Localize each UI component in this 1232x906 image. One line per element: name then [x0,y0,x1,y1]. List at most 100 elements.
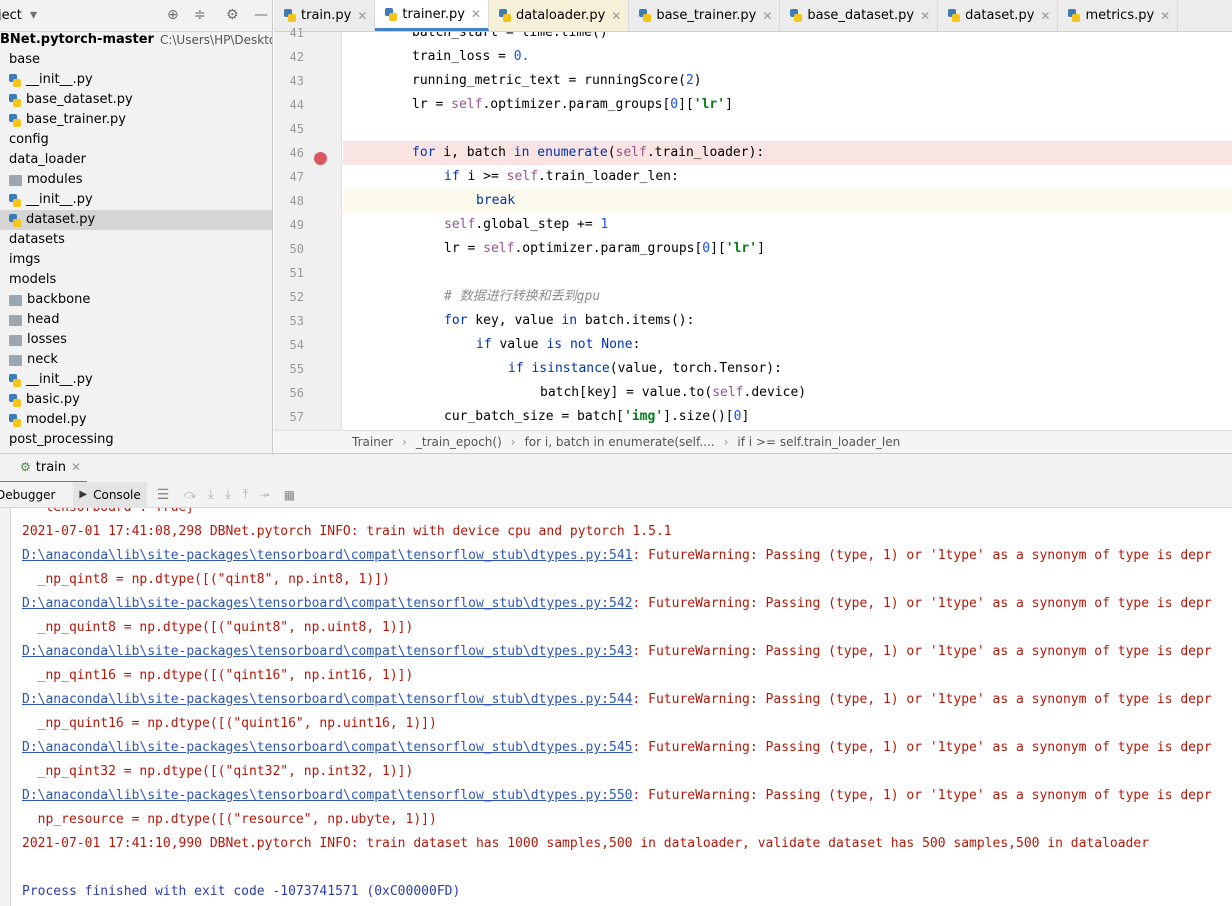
tree-item-label: data_loader [9,152,86,167]
console-line: Process finished with exit code -1073741… [22,880,460,904]
table-icon[interactable]: ▦ [284,488,295,502]
step-into-icon[interactable]: ⤓ [208,487,213,502]
tree-item-label: __init__.py [26,192,93,207]
code-line[interactable]: if value is not None: [343,333,1232,357]
python-file-icon [9,413,22,427]
close-tab-icon[interactable]: ✕ [920,9,930,23]
close-tab-icon[interactable]: ✕ [611,9,621,23]
code-line[interactable]: for i, batch in enumerate(self.train_loa… [343,141,1232,165]
tree-item[interactable]: datasets [0,230,272,250]
code-line[interactable]: running_metric_text = runningScore(2) [343,69,1232,93]
tree-item[interactable]: base [0,50,272,70]
project-panel-title[interactable]: ject [0,8,22,23]
close-tab-icon[interactable]: ✕ [357,9,367,23]
console-file-link[interactable]: D:\anaconda\lib\site-packages\tensorboar… [22,596,632,611]
code-line[interactable]: lr = self.optimizer.param_groups[0]['lr'… [343,93,1232,117]
tree-item[interactable]: __init__.py [0,190,272,210]
tree-item[interactable]: __init__.py [0,370,272,390]
collapse-all-icon[interactable]: ≑ [194,7,206,23]
editor-tab[interactable]: dataloader.py ✕ [488,0,630,31]
close-tab-icon[interactable]: ✕ [1160,9,1170,23]
python-file-icon [9,193,22,207]
code-line-text: for key, value in batch.items(): [444,313,695,328]
editor-tab[interactable]: dataset.py ✕ [938,0,1059,31]
code-line[interactable]: # 数据进行转换和丢到gpu [343,285,1232,309]
run-to-cursor-icon[interactable]: ⤞ [260,487,270,502]
console-line: 2021-07-01 17:41:08,298 DBNet.pytorch IN… [22,520,672,544]
breadcrumb-item[interactable]: for i, batch in enumerate(self.... [525,435,715,449]
close-icon[interactable]: ✕ [71,460,81,474]
console-output[interactable]: 'tensorboard': True} 2021-07-01 17:41:08,… [11,508,1232,906]
code-line[interactable]: batch_start = time.time() [343,32,1232,45]
project-panel: ject ▾ ⊕ ≑ ⚙ — BNet.pytorch-master C:\Us… [0,0,273,453]
breadcrumb-item[interactable]: if i >= self.train_loader_len [737,435,900,449]
breadcrumb-item[interactable]: _train_epoch() [416,435,502,449]
gear-icon[interactable]: ⚙ [226,7,239,23]
tree-item[interactable]: basic.py [0,390,272,410]
project-root-row[interactable]: BNet.pytorch-master C:\Users\HP\Desktop\… [0,30,272,50]
code-line[interactable]: for key, value in batch.items(): [343,309,1232,333]
console-file-link[interactable]: D:\anaconda\lib\site-packages\tensorboar… [22,644,632,659]
console-file-link[interactable]: D:\anaconda\lib\site-packages\tensorboar… [22,548,632,563]
step-into-my-code-icon[interactable]: ⤓ [225,487,230,502]
editor-tab[interactable]: trainer.py ✕ [375,0,489,31]
menu-icon[interactable]: ☰ [157,487,170,503]
crosshair-icon[interactable]: ⊕ [167,7,179,23]
code-line-text: # 数据进行转换和丢到gpu [444,289,601,304]
tree-item[interactable]: models [0,270,272,290]
code-line[interactable]: break [343,189,1232,213]
run-tab[interactable]: ⚙ train ✕ [0,453,88,483]
code-line[interactable]: batch[key] = value.to(self.device) [343,381,1232,405]
code-line[interactable]: if isinstance(value, torch.Tensor): [343,357,1232,381]
tree-item[interactable]: config [0,130,272,150]
tree-item[interactable]: losses [0,330,272,350]
code-line[interactable]: if i >= self.train_loader_len: [343,165,1232,189]
chevron-down-icon[interactable]: ▾ [30,7,37,23]
breakpoint-icon[interactable] [314,152,327,165]
tree-item[interactable]: backbone [0,290,272,310]
tree-item-label: __init__.py [26,72,93,87]
console-file-link[interactable]: D:\anaconda\lib\site-packages\tensorboar… [22,692,632,707]
code-line-text: self.global_step += 1 [444,217,609,232]
console-line: np_resource = np.dtype([("resource", np.… [22,808,437,832]
console-file-link[interactable]: D:\anaconda\lib\site-packages\tensorboar… [22,740,632,755]
console-line: 'tensorboard': True} [22,508,195,520]
tree-item[interactable]: post_processing [0,430,272,450]
step-over-icon[interactable]: ⤼ [183,487,196,502]
minimize-icon[interactable]: — [254,7,268,23]
close-tab-icon[interactable]: ✕ [1040,9,1050,23]
editor-tab[interactable]: metrics.py ✕ [1058,0,1179,31]
debugger-tab[interactable]: Debugger [0,488,55,502]
code-line[interactable]: lr = self.optimizer.param_groups[0]['lr'… [343,237,1232,261]
line-number: 56 [289,386,304,400]
close-tab-icon[interactable]: ✕ [762,9,772,23]
line-number: 57 [289,410,304,424]
run-toolbar: Debugger ▶ Console ☰ ⤼ ⤓ ⤓ ⤒ ⤞ ▦ [0,481,1232,508]
tree-item[interactable]: base_dataset.py [0,90,272,110]
code-line[interactable] [343,261,1232,285]
python-file-icon [9,113,22,127]
code-line[interactable] [343,117,1232,141]
tree-item[interactable]: neck [0,350,272,370]
tree-item[interactable]: dataset.py [0,210,272,230]
tree-item[interactable]: imgs [0,250,272,270]
breadcrumb-item[interactable]: Trainer [352,435,393,449]
code-line[interactable]: cur_batch_size = batch['img'].size()[0] [343,405,1232,429]
tree-item[interactable]: data_loader [0,150,272,170]
code-line[interactable]: self.global_step += 1 [343,213,1232,237]
close-tab-icon[interactable]: ✕ [471,7,481,21]
editor-tab[interactable]: base_dataset.py ✕ [780,0,939,31]
ide-window: ject ▾ ⊕ ≑ ⚙ — BNet.pytorch-master C:\Us… [0,0,1232,906]
tree-item[interactable]: __init__.py [0,70,272,90]
tree-item[interactable]: model.py [0,410,272,430]
tree-item[interactable]: head [0,310,272,330]
code-editor[interactable]: batch_start = time.time() train_loss = 0.… [343,32,1232,430]
tree-item[interactable]: base_trainer.py [0,110,272,130]
code-line[interactable]: train_loss = 0. [343,45,1232,69]
editor-tab[interactable]: base_trainer.py ✕ [629,0,781,31]
tree-item[interactable]: modules [0,170,272,190]
console-file-link[interactable]: D:\anaconda\lib\site-packages\tensorboar… [22,788,632,803]
step-out-icon[interactable]: ⤒ [243,487,248,502]
console-tab[interactable]: ▶ Console [73,481,147,508]
python-file-icon [639,9,652,22]
